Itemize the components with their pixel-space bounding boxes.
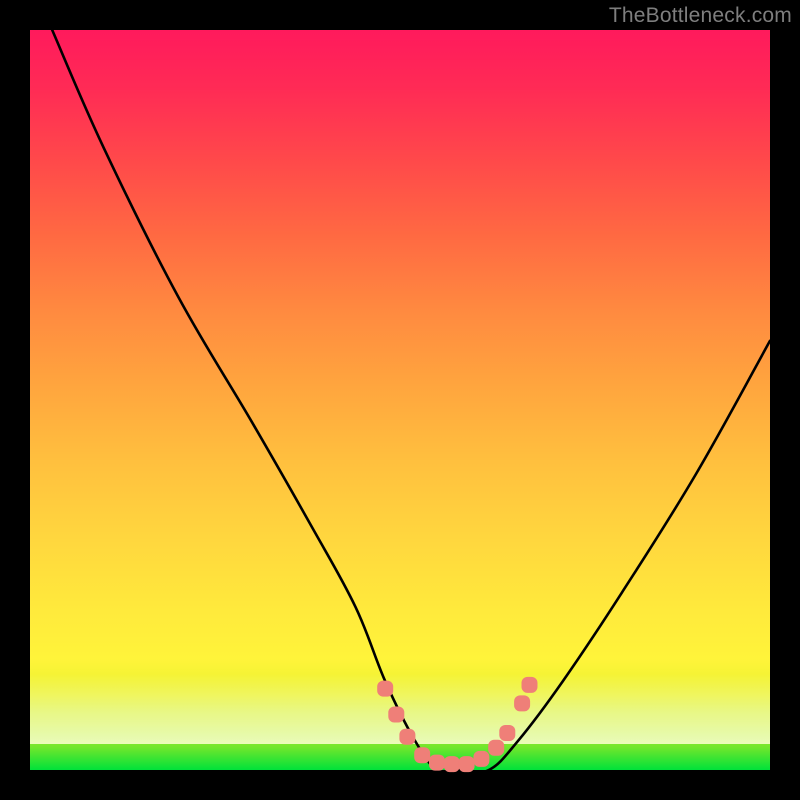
marker-dot	[377, 681, 393, 697]
marker-dot	[499, 725, 515, 741]
bottleneck-curve	[52, 30, 770, 772]
marker-dot	[514, 695, 530, 711]
marker-dot	[429, 755, 445, 771]
highlight-markers	[377, 677, 537, 772]
marker-dot	[444, 756, 460, 772]
marker-dot	[414, 747, 430, 763]
marker-dot	[399, 729, 415, 745]
plot-area	[30, 30, 770, 770]
marker-dot	[488, 740, 504, 756]
marker-dot	[473, 751, 489, 767]
chart-frame: TheBottleneck.com	[0, 0, 800, 800]
marker-dot	[522, 677, 538, 693]
curve-layer	[30, 30, 770, 770]
marker-dot	[388, 707, 404, 723]
marker-dot	[459, 756, 475, 772]
watermark-text: TheBottleneck.com	[609, 4, 792, 28]
